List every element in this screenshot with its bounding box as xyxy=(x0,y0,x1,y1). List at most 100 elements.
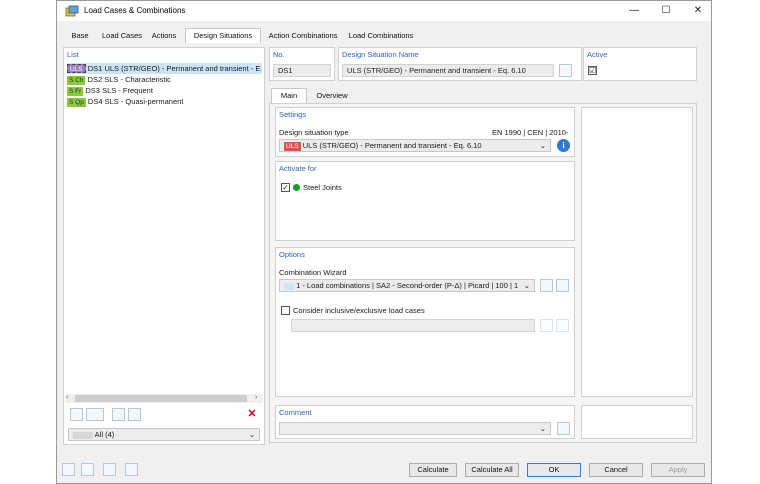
chevron-down-icon: ⌄ xyxy=(539,424,546,433)
list-item[interactable]: S Qp DS4 SLS - Quasi-permanent xyxy=(67,96,183,107)
list-item[interactable]: S Fr DS3 SLS - Frequent xyxy=(67,85,153,96)
scroll-right-icon[interactable]: › xyxy=(255,394,257,401)
window-title: Load Cases & Combinations xyxy=(84,6,186,15)
sub-tabs: Main Overview xyxy=(269,88,569,103)
list-item-badge: S Qp xyxy=(67,98,86,107)
combination-wizard-dropdown[interactable]: 1 - Load combinations | SA2 - Second-ord… xyxy=(279,279,535,292)
wizard-color-swatch xyxy=(284,282,294,290)
search-icon[interactable] xyxy=(62,463,75,476)
list-item-id: DS3 xyxy=(85,86,100,95)
copy-dropdown-icon[interactable] xyxy=(86,408,104,421)
inclusive-exclusive-label: Consider inclusive/exclusive load cases xyxy=(293,306,425,315)
list-item-badge: S Ch xyxy=(67,76,86,85)
close-button[interactable]: ✕ xyxy=(687,3,709,19)
active-label: Active xyxy=(587,50,608,59)
status-dot-icon xyxy=(293,184,300,191)
formula-icon[interactable] xyxy=(125,463,138,476)
model-icon[interactable] xyxy=(103,463,116,476)
options-panel: Options Combination Wizard 1 - Load comb… xyxy=(275,247,575,397)
filter-value: All (4) xyxy=(94,430,115,439)
new-item-icon[interactable] xyxy=(70,408,83,421)
main-tabs: Base Load Cases Actions Design Situation… xyxy=(57,28,711,43)
list-item[interactable]: S Ch DS2 SLS - Characteristic xyxy=(67,74,171,85)
no-panel: No. DS1 xyxy=(269,47,335,81)
scroll-left-icon[interactable]: ‹ xyxy=(66,394,68,401)
list-item-label: SLS - Quasi-permanent xyxy=(104,97,184,106)
dialog-window: Load Cases & Combinations — ☐ ✕ Base Loa… xyxy=(56,0,712,484)
active-panel: Active ☑ xyxy=(583,47,697,81)
delete-icon[interactable]: ✕ xyxy=(246,408,258,421)
list-item-id: DS4 xyxy=(87,97,103,106)
list-item-badge: S Fr xyxy=(67,87,84,96)
calculate-button[interactable]: Calculate xyxy=(409,463,457,477)
list-item-label: ULS (STR/GEO) - Permanent and transient … xyxy=(104,64,261,73)
active-checkbox[interactable]: ☑ xyxy=(588,66,597,75)
tab-action-combinations[interactable]: Action Combinations xyxy=(263,29,343,43)
name-label: Design Situation Name xyxy=(342,50,419,59)
no-label: No. xyxy=(273,50,285,59)
chevron-down-icon: ⌄ xyxy=(523,281,530,290)
combination-wizard-label: Combination Wizard xyxy=(279,268,347,277)
comment-header: Comment xyxy=(279,408,312,417)
comment-field[interactable]: ⌄ xyxy=(279,422,551,435)
new-inclusive-icon[interactable] xyxy=(540,319,553,332)
comment-copy-icon[interactable] xyxy=(557,422,570,435)
list-item-label: SLS - Frequent xyxy=(102,86,153,95)
steel-joints-checkbox[interactable]: ✓ xyxy=(281,183,290,192)
apply-button[interactable]: Apply xyxy=(651,463,705,477)
uls-badge: ULS xyxy=(284,142,301,151)
tab-load-combinations[interactable]: Load Combinations xyxy=(345,29,417,43)
no-field[interactable]: DS1 xyxy=(273,64,331,77)
side-panel xyxy=(581,107,693,397)
inclusive-exclusive-field[interactable] xyxy=(291,319,535,332)
calculate-all-button[interactable]: Calculate All xyxy=(465,463,519,477)
app-icon xyxy=(65,5,79,17)
filter-color-swatch xyxy=(73,431,93,439)
comment-side-panel xyxy=(581,405,693,439)
combination-wizard-value: 1 - Load combinations | SA2 - Second-ord… xyxy=(296,281,519,290)
activate-for-panel: Activate for ✓ Steel Joints xyxy=(275,161,575,241)
units-icon[interactable] xyxy=(81,463,94,476)
list-item-id: DS2 xyxy=(87,75,103,84)
tab-overview[interactable]: Overview xyxy=(311,89,353,103)
tab-main[interactable]: Main xyxy=(271,88,307,103)
chevron-down-icon: ⌄ xyxy=(248,430,255,439)
new-wizard-icon[interactable] xyxy=(540,279,553,292)
design-situation-type-label: Design situation type xyxy=(279,128,349,137)
horizontal-scrollbar[interactable]: ‹ › xyxy=(65,394,263,403)
design-situation-type-dropdown[interactable]: ULS ULS (STR/GEO) - Permanent and transi… xyxy=(279,139,551,152)
chevron-down-icon: ⌄ xyxy=(539,141,546,150)
ok-button[interactable]: OK xyxy=(527,463,581,477)
list-item-label: SLS - Characteristic xyxy=(104,75,171,84)
tab-actions[interactable]: Actions xyxy=(147,29,181,43)
list-item-badge: ULS xyxy=(67,64,86,73)
comment-panel: Comment ⌄ xyxy=(275,405,575,439)
check-all-icon[interactable] xyxy=(112,408,125,421)
tab-base[interactable]: Base xyxy=(65,29,95,43)
name-field[interactable]: ULS (STR/GEO) - Permanent and transient … xyxy=(342,64,554,77)
list-item[interactable]: ULS DS1 ULS (STR/GEO) - Permanent and tr… xyxy=(67,63,262,74)
maximize-button[interactable]: ☐ xyxy=(655,3,677,19)
design-situation-type-value: ULS (STR/GEO) - Permanent and transient … xyxy=(302,141,482,150)
scrollbar-thumb[interactable] xyxy=(75,395,247,402)
name-panel: Design Situation Name ULS (STR/GEO) - Pe… xyxy=(338,47,582,81)
info-icon[interactable]: i xyxy=(557,139,570,152)
edit-wizard-icon[interactable] xyxy=(556,279,569,292)
title-bar: Load Cases & Combinations — ☐ ✕ xyxy=(57,1,711,21)
edit-inclusive-icon[interactable] xyxy=(556,319,569,332)
minimize-button[interactable]: — xyxy=(623,3,645,19)
uncheck-all-icon[interactable] xyxy=(128,408,141,421)
tab-load-cases[interactable]: Load Cases xyxy=(101,29,143,43)
steel-joints-label: Steel Joints xyxy=(303,183,342,192)
filter-dropdown[interactable]: All (4) ⌄ xyxy=(68,428,260,441)
list-header: List xyxy=(67,50,79,59)
settings-header: Settings xyxy=(279,110,307,119)
list-panel: List ULS DS1 ULS (STR/GEO) - Permanent a… xyxy=(63,47,265,445)
activate-for-header: Activate for xyxy=(279,164,317,173)
list-item-id: DS1 xyxy=(87,64,103,73)
tab-design-situations[interactable]: Design Situations xyxy=(185,28,261,43)
cancel-button[interactable]: Cancel xyxy=(589,463,643,477)
edit-name-icon[interactable] xyxy=(559,64,572,77)
options-header: Options xyxy=(279,250,305,259)
inclusive-exclusive-checkbox[interactable] xyxy=(281,306,290,315)
